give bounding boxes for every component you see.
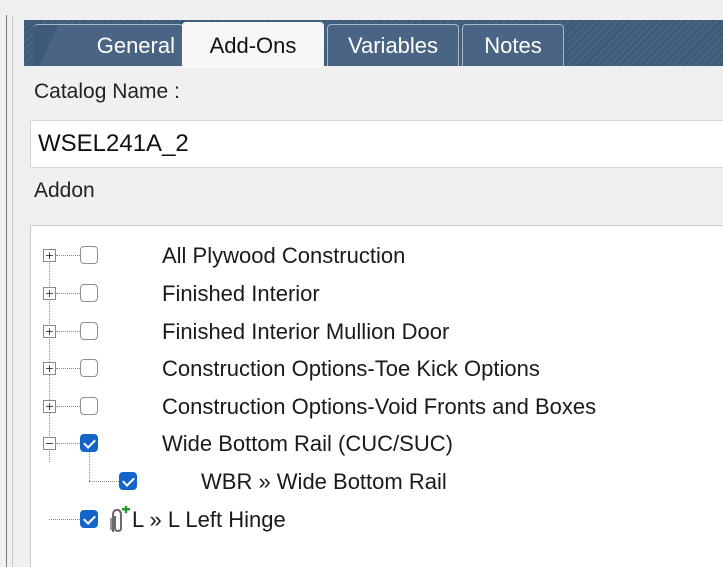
tree-item-label: L » L Left Hinge (132, 507, 286, 532)
tree-connector (89, 481, 119, 482)
tree-item-label: All Plywood Construction (162, 243, 406, 268)
checkbox[interactable] (80, 359, 98, 377)
left-border-inner (12, 15, 13, 567)
addon-label: Addon (34, 179, 95, 202)
tree-item-label: WBR » Wide Bottom Rail (201, 469, 447, 494)
collapse-minus-icon[interactable]: − (43, 437, 56, 450)
checkbox-checked[interactable] (119, 472, 137, 490)
tree-row[interactable]: − Wide Bottom Rail (CUC/SUC) (31, 426, 723, 462)
tree-connector (56, 293, 80, 294)
tab-notes[interactable]: Notes (462, 24, 564, 66)
tree-connector (56, 443, 80, 444)
tree-row[interactable]: WBR » Wide Bottom Rail (31, 464, 723, 500)
expand-plus-icon[interactable]: + (43, 249, 56, 262)
tree-connector (56, 331, 80, 332)
tree-row[interactable]: + Finished Interior (31, 276, 723, 312)
left-border (6, 15, 7, 567)
tree-row[interactable]: + All Plywood Construction (31, 238, 723, 274)
tree-row[interactable]: + Construction Options-Void Fronts and B… (31, 389, 723, 425)
addon-tree[interactable]: + All Plywood Construction + Finished In… (30, 225, 723, 567)
tree-item-label: Finished Interior Mullion Door (162, 319, 450, 344)
checkbox-checked[interactable] (80, 434, 98, 452)
tree-item-label: Construction Options-Void Fronts and Box… (162, 394, 597, 419)
expand-plus-icon[interactable]: + (43, 325, 56, 338)
checkbox-checked[interactable] (80, 510, 98, 528)
tree-item-label: Finished Interior (162, 281, 320, 306)
tab-variables[interactable]: Variables (327, 24, 459, 66)
catalog-name-label: Catalog Name : (34, 80, 180, 103)
tab-add-ons[interactable]: Add-Ons (182, 22, 324, 68)
tree-row[interactable]: L » L Left Hinge (31, 502, 723, 538)
tree-connector (49, 519, 80, 520)
checkbox[interactable] (80, 246, 98, 264)
tree-item-label: Wide Bottom Rail (CUC/SUC) (162, 431, 453, 456)
tree-row[interactable]: + Finished Interior Mullion Door (31, 314, 723, 350)
hinge-clip-icon (105, 505, 131, 534)
tree-row[interactable]: + Construction Options-Toe Kick Options (31, 351, 723, 387)
expand-plus-icon[interactable]: + (43, 362, 56, 375)
tree-item-label: Construction Options-Toe Kick Options (162, 356, 540, 381)
expand-plus-icon[interactable]: + (43, 400, 56, 413)
expand-plus-icon[interactable]: + (43, 287, 56, 300)
checkbox[interactable] (80, 397, 98, 415)
catalog-name-field[interactable]: WSEL241A_2 (30, 120, 723, 168)
checkbox[interactable] (80, 284, 98, 302)
tree-connector (56, 406, 80, 407)
tree-connector (56, 368, 80, 369)
tree-connector (56, 255, 80, 256)
checkbox[interactable] (80, 322, 98, 340)
tab-general[interactable]: General (34, 24, 184, 66)
